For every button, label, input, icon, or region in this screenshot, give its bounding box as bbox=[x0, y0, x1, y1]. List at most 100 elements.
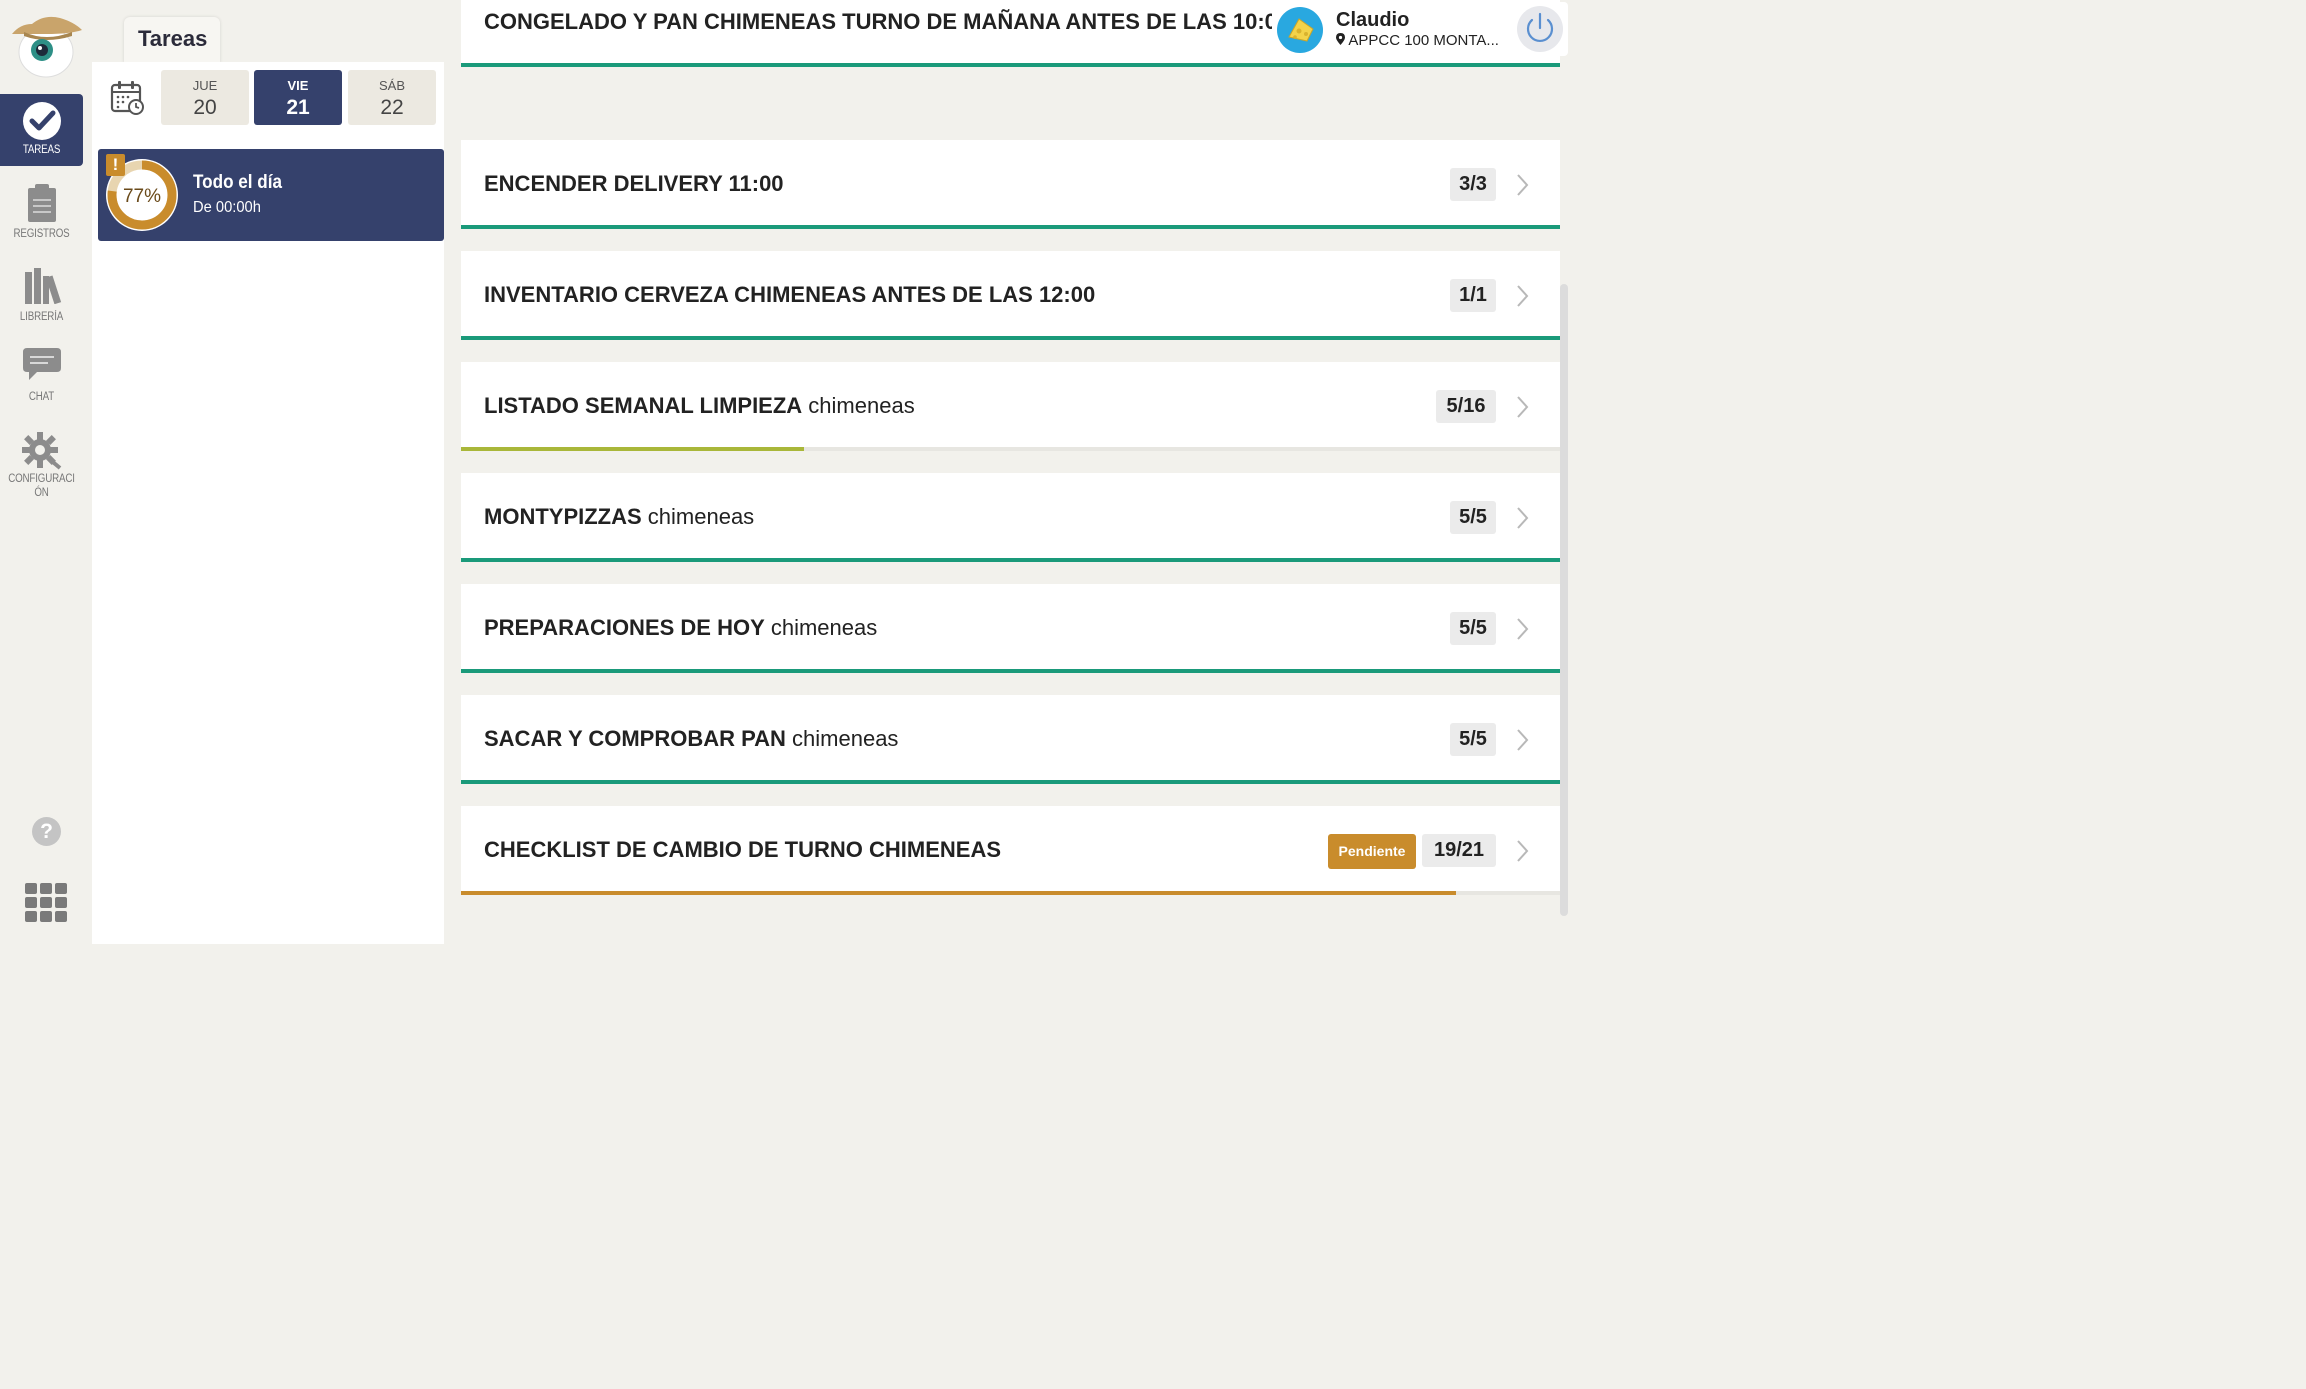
task-title: INVENTARIO CERVEZA CHIMENEAS ANTES DE LA… bbox=[484, 282, 1095, 308]
task-title-suffix: chimeneas bbox=[764, 615, 878, 640]
clipboard-icon bbox=[27, 184, 56, 222]
day-name: SÁB bbox=[378, 78, 405, 93]
task-title: MONTYPIZZAS chimeneas bbox=[484, 504, 754, 530]
power-button[interactable] bbox=[1517, 6, 1563, 52]
task-title-main: LISTADO SEMANAL LIMPIEZA bbox=[484, 393, 803, 418]
task-progress-bar bbox=[461, 891, 1560, 895]
day-panel: JUE 20 VIE 21 SÁB 22 77% ! Todo el día D… bbox=[92, 62, 444, 944]
task-title: LISTADO SEMANAL LIMPIEZA chimeneas bbox=[484, 393, 915, 419]
nav-libreria[interactable]: LIBRERÍA bbox=[0, 268, 83, 328]
day-number: 21 bbox=[286, 96, 310, 119]
books-icon bbox=[24, 268, 61, 304]
task-title: CHECKLIST DE CAMBIO DE TURNO CHIMENEAS bbox=[484, 837, 1001, 863]
warning-badge: ! bbox=[106, 154, 125, 176]
task-title: SACAR Y COMPROBAR PAN chimeneas bbox=[484, 726, 898, 752]
nav-label: CHAT bbox=[28, 391, 55, 403]
power-icon bbox=[1526, 12, 1554, 42]
shift-title: Todo el día bbox=[193, 172, 282, 193]
task-progress-bar bbox=[461, 780, 1560, 784]
chevron-right-icon[interactable] bbox=[1513, 617, 1531, 641]
task-progress-bar bbox=[461, 63, 1560, 67]
task-progress-bar bbox=[461, 558, 1560, 562]
task-progress-bar bbox=[461, 336, 1560, 340]
chevron-right-icon[interactable] bbox=[1513, 506, 1531, 530]
task-title: CONGELADO Y PAN CHIMENEAS TURNO DE MAÑAN… bbox=[484, 9, 1289, 35]
nav-label: LIBRERÍA bbox=[19, 311, 64, 323]
shift-card[interactable]: 77% ! Todo el día De 00:00h bbox=[98, 149, 444, 241]
chevron-right-icon[interactable] bbox=[1513, 284, 1531, 308]
task-progress-fill bbox=[461, 225, 1560, 229]
task-progress-fill bbox=[461, 558, 1560, 562]
user-location: APPCC 100 MONTA... bbox=[1336, 32, 1499, 49]
task-row[interactable]: INVENTARIO CERVEZA CHIMENEAS ANTES DE LA… bbox=[461, 251, 1560, 340]
chevron-right-icon[interactable] bbox=[1513, 173, 1531, 197]
avatar bbox=[1277, 7, 1323, 53]
task-title-main: CHECKLIST DE CAMBIO DE TURNO CHIMENEAS bbox=[484, 837, 1002, 862]
help-icon[interactable]: ? bbox=[32, 817, 61, 846]
task-title-suffix: chimeneas bbox=[785, 726, 899, 751]
day-number: 20 bbox=[193, 96, 217, 119]
task-progress-fill bbox=[461, 780, 1560, 784]
nav-label: CONFIGURACI ÓN bbox=[6, 472, 77, 500]
nav-configuracion[interactable]: CONFIGURACI ÓN bbox=[0, 430, 83, 510]
nav-tareas[interactable]: TAREAS bbox=[0, 94, 83, 166]
task-title-main: ENCENDER DELIVERY 11:00 bbox=[484, 171, 784, 196]
cheese-icon bbox=[1288, 18, 1314, 42]
main-nav: TAREAS REGISTROS LIBRERÍA CHAT CONFIGURA… bbox=[0, 0, 84, 944]
day-jue[interactable]: JUE 20 bbox=[161, 70, 249, 125]
task-title-main: MONTYPIZZAS bbox=[484, 504, 642, 529]
tab-tareas[interactable]: Tareas bbox=[124, 17, 220, 63]
nav-label-line2: ÓN bbox=[34, 487, 49, 499]
gear-icon bbox=[21, 432, 61, 470]
day-vie[interactable]: VIE 21 bbox=[254, 70, 342, 125]
task-progress-fill bbox=[461, 63, 1560, 67]
user-name: Claudio bbox=[1336, 9, 1410, 31]
chevron-right-icon[interactable] bbox=[1513, 395, 1531, 419]
nav-label-line1: CONFIGURACI bbox=[8, 473, 75, 485]
task-count: 5/5 bbox=[1450, 612, 1496, 645]
task-progress-fill bbox=[461, 891, 1456, 895]
scrollbar[interactable] bbox=[1560, 284, 1568, 916]
shift-subtitle: De 00:00h bbox=[193, 199, 261, 216]
task-count: 5/5 bbox=[1450, 723, 1496, 756]
status-badge: Pendiente bbox=[1328, 834, 1416, 869]
app-logo bbox=[10, 12, 82, 78]
nav-label: REGISTROS bbox=[13, 228, 70, 240]
task-count: 3/3 bbox=[1450, 168, 1496, 201]
task-row[interactable]: CHECKLIST DE CAMBIO DE TURNO CHIMENEAS 19… bbox=[461, 806, 1560, 895]
task-row[interactable]: LISTADO SEMANAL LIMPIEZA chimeneas 5/16 bbox=[461, 362, 1560, 451]
task-row[interactable]: ENCENDER DELIVERY 11:00 3/3 bbox=[461, 140, 1560, 229]
task-row[interactable]: PREPARACIONES DE HOY chimeneas 5/5 bbox=[461, 584, 1560, 673]
calendar-icon[interactable] bbox=[110, 80, 146, 121]
task-row[interactable]: SACAR Y COMPROBAR PAN chimeneas 5/5 bbox=[461, 695, 1560, 784]
day-name: VIE bbox=[287, 78, 309, 93]
task-count: 19/21 bbox=[1422, 834, 1496, 867]
task-title: PREPARACIONES DE HOY chimeneas bbox=[484, 615, 877, 641]
apps-grid-icon[interactable] bbox=[25, 883, 67, 923]
check-circle-icon bbox=[22, 102, 61, 140]
task-title-main: INVENTARIO CERVEZA CHIMENEAS ANTES DE LA… bbox=[484, 282, 1096, 307]
task-progress-bar bbox=[461, 447, 1560, 451]
nav-label: TAREAS bbox=[22, 144, 61, 156]
user-box[interactable]: Claudio APPCC 100 MONTA... bbox=[1272, 2, 1568, 56]
task-list: CONGELADO Y PAN CHIMENEAS TURNO DE MAÑAN… bbox=[461, 0, 1560, 944]
day-sab[interactable]: SÁB 22 bbox=[348, 70, 436, 125]
progress-percent: 77% bbox=[123, 186, 161, 207]
nav-registros[interactable]: REGISTROS bbox=[0, 183, 83, 243]
day-number: 22 bbox=[380, 96, 404, 119]
chevron-right-icon[interactable] bbox=[1513, 839, 1531, 863]
task-row[interactable]: MONTYPIZZAS chimeneas 5/5 bbox=[461, 473, 1560, 562]
task-count: 5/5 bbox=[1450, 501, 1496, 534]
task-title: ENCENDER DELIVERY 11:00 bbox=[484, 171, 784, 197]
nav-chat[interactable]: CHAT bbox=[0, 348, 83, 408]
task-progress-bar bbox=[461, 225, 1560, 229]
task-title-main: SACAR Y COMPROBAR PAN bbox=[484, 726, 786, 751]
chevron-right-icon[interactable] bbox=[1513, 728, 1531, 752]
chat-icon bbox=[22, 348, 61, 380]
day-name: JUE bbox=[192, 78, 218, 93]
task-count: 5/16 bbox=[1436, 390, 1496, 423]
location-text: APPCC 100 MONTA... bbox=[1348, 32, 1499, 49]
task-title-main: CONGELADO Y PAN CHIMENEAS TURNO DE MAÑAN… bbox=[484, 9, 1290, 34]
task-title-main: PREPARACIONES DE HOY bbox=[484, 615, 765, 640]
task-progress-bar bbox=[461, 669, 1560, 673]
